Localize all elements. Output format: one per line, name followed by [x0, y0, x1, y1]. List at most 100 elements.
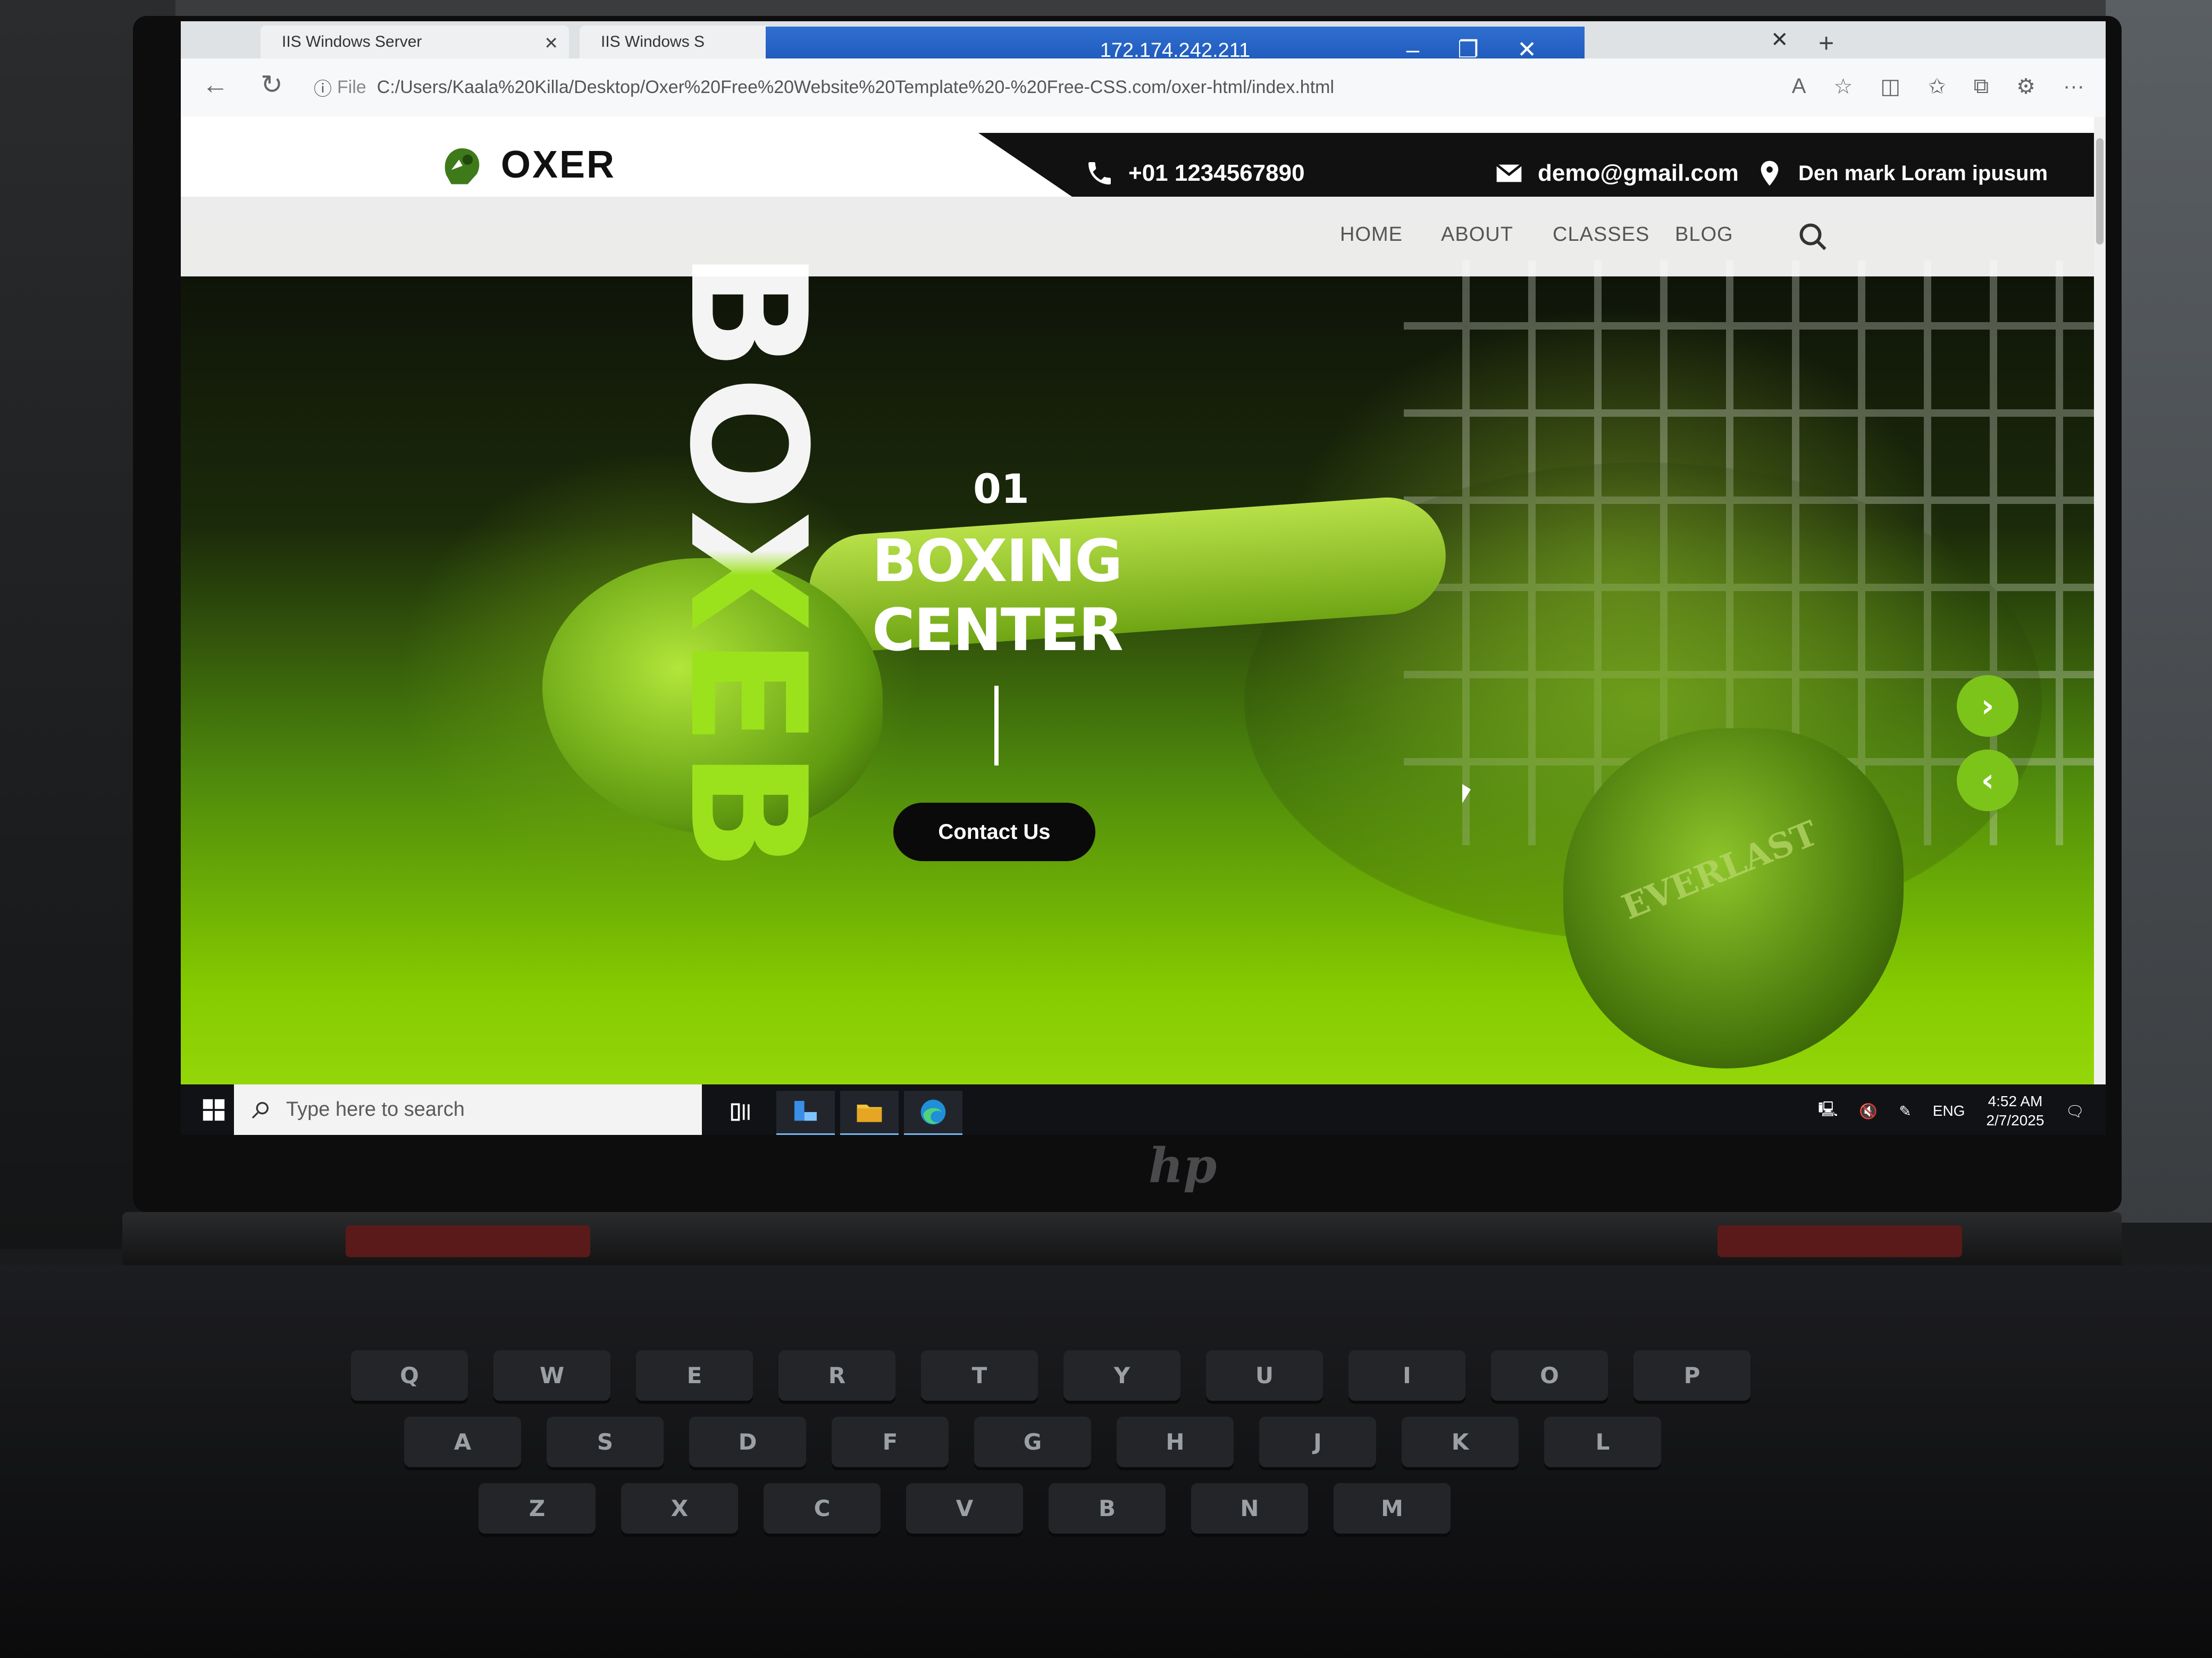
slider-prev-button[interactable]: ‹ [1957, 750, 2018, 811]
hp-logo: hp [1149, 1138, 1217, 1194]
split-screen-icon[interactable]: ◫ [1880, 74, 1900, 99]
hero-title-line2: CENTER [872, 596, 1124, 664]
keyboard-key: K [1402, 1417, 1519, 1467]
search-placeholder: Type here to search [286, 1098, 465, 1121]
browser-tab-bar: IIS Windows Server ✕ IIS Windows S 172.1… [181, 21, 2106, 74]
keyboard-key: X [621, 1483, 738, 1534]
server-manager-icon[interactable] [776, 1091, 835, 1135]
close-tab-icon[interactable]: ✕ [1771, 28, 1789, 52]
keyboard-key: M [1334, 1483, 1451, 1534]
extensions-icon[interactable]: ⚙ [2016, 74, 2035, 99]
keyboard-key: B [1049, 1483, 1166, 1534]
keyboard-key: R [778, 1350, 895, 1401]
tab-close-icon[interactable]: ✕ [544, 33, 558, 53]
contact-phone[interactable]: +01 1234567890 [1085, 158, 1305, 188]
address-text: Den mark Loram ipusum [1798, 161, 2048, 185]
keyboard-key: E [636, 1350, 753, 1401]
taskbar-clock[interactable]: 4:52 AM 2/7/2025 [1986, 1092, 2044, 1130]
clock-date: 2/7/2025 [1986, 1112, 2045, 1129]
pen-icon[interactable]: ✎ [1899, 1102, 1911, 1120]
edge-browser-icon[interactable] [904, 1091, 962, 1135]
scrollbar-thumb[interactable] [2096, 138, 2104, 245]
mail-icon [1496, 163, 1522, 182]
favorites-icon[interactable]: ✩ [1928, 74, 1946, 99]
keyboard-key: U [1206, 1350, 1323, 1401]
keyboard-key: H [1117, 1417, 1234, 1467]
system-tray: 🖳 🔇 ✎ ENG 4:52 AM 2/7/2025 🗨 [1818, 1092, 2084, 1130]
keyboard-key: V [906, 1483, 1023, 1534]
nav-about[interactable]: ABOUT [1441, 223, 1513, 246]
keyboard-key: T [921, 1350, 1038, 1401]
page-scrollbar[interactable] [2094, 117, 2106, 1135]
browser-tab[interactable]: IIS Windows S [580, 26, 771, 58]
email-address: demo@gmail.com [1538, 160, 1739, 186]
search-icon [252, 1101, 269, 1118]
keyboard-key: P [1633, 1350, 1750, 1401]
contact-address[interactable]: Den mark Loram ipusum [1755, 158, 2048, 188]
keyboard-key: W [493, 1350, 610, 1401]
location-pin-icon [1761, 161, 1779, 186]
slide-number: 01 [973, 465, 1029, 512]
keyboard-key: S [547, 1417, 664, 1467]
site-header: OXER +01 1234567890 demo@gmail.com Den m… [181, 117, 2106, 202]
keyboard-key: F [832, 1417, 949, 1467]
url-field[interactable]: ⓘ File C:/Users/Kaala%20Killa/Desktop/Ox… [314, 68, 1590, 106]
keyboard-key: Y [1063, 1350, 1180, 1401]
taskbar-search-input[interactable]: Type here to search [234, 1084, 702, 1135]
hinge-accent [346, 1225, 590, 1257]
contact-us-button[interactable]: Contact Us [893, 803, 1095, 861]
tab-title: IIS Windows Server [282, 33, 422, 51]
input-language[interactable]: ENG [1933, 1102, 1965, 1120]
boxing-glove-right [1563, 728, 1904, 1068]
more-menu-icon[interactable]: ··· [2063, 74, 2084, 99]
background-device-right [2106, 0, 2212, 1223]
back-icon[interactable]: ← [202, 69, 229, 100]
brand-name: OXER [501, 144, 616, 186]
clock-time: 4:52 AM [1988, 1093, 2043, 1109]
browser-toolbar-icons: A ☆ ◫ ✩ ⧉ ⚙ ··· [1792, 74, 2084, 99]
hero-slider: EVERLAST BOXEB 01 BOXING CENTER Contact … [181, 197, 2106, 1135]
keyboard-key: C [764, 1483, 881, 1534]
windows-taskbar: Type here to search 🖳 🔇 ✎ ENG 4:52 AM 2/… [181, 1084, 2106, 1135]
url-scheme-label: File [337, 77, 366, 97]
browser-tab[interactable]: IIS Windows Server ✕ [261, 26, 569, 58]
keyboard-key: L [1544, 1417, 1661, 1467]
info-icon: ⓘ [314, 79, 332, 99]
site-logo[interactable]: OXER [436, 139, 616, 190]
nav-home[interactable]: HOME [1340, 223, 1403, 246]
main-navigation: HOME ABOUT CLASSES BLOG [181, 197, 2106, 276]
hero-title: BOXING CENTER [872, 526, 1124, 664]
volume-muted-icon[interactable]: 🔇 [1859, 1102, 1878, 1120]
network-icon[interactable]: 🖳 [1818, 1098, 1838, 1124]
laptop-screen: IIS Windows Server ✕ IIS Windows S 172.1… [181, 21, 2106, 1135]
notification-icon[interactable]: 🗨 [2065, 1102, 2084, 1120]
keyboard-key: Z [479, 1483, 596, 1534]
refresh-icon[interactable]: ↻ [261, 69, 283, 100]
nav-blog[interactable]: BLOG [1675, 223, 1733, 246]
hero-divider [994, 686, 999, 765]
read-aloud-icon[interactable]: A [1792, 74, 1806, 99]
search-icon[interactable] [1797, 221, 1829, 253]
task-view-icon[interactable] [713, 1091, 771, 1133]
contact-email[interactable]: demo@gmail.com [1494, 158, 1739, 188]
chevron-left-icon: ‹ [1981, 762, 1995, 799]
keyboard-key: N [1191, 1483, 1308, 1534]
keyboard-key: D [689, 1417, 806, 1467]
laptop-keyboard: QWERTYUIOP ASDFGHJKL ZXCVBNM [0, 1265, 2212, 1658]
new-tab-icon[interactable]: + [1819, 28, 1834, 58]
keyboard-key: I [1348, 1350, 1465, 1401]
chevron-right-icon: › [1981, 687, 1995, 725]
tab-title: IIS Windows S [601, 33, 705, 51]
keyboard-key: O [1491, 1350, 1608, 1401]
file-explorer-icon[interactable] [840, 1091, 899, 1135]
mouse-cursor-icon [1462, 784, 1471, 803]
windows-start-icon[interactable] [202, 1098, 225, 1122]
hero-title-line1: BOXING [872, 527, 1123, 595]
browser-address-bar: ← ↻ ⓘ File C:/Users/Kaala%20Killa/Deskto… [181, 58, 2106, 117]
nav-classes[interactable]: CLASSES [1553, 223, 1649, 246]
contact-strip: +01 1234567890 demo@gmail.com Den mark L… [978, 133, 2106, 202]
slider-next-button[interactable]: › [1957, 675, 2018, 737]
collections-icon[interactable]: ⧉ [1974, 74, 1989, 99]
phone-icon [1088, 162, 1111, 184]
favorite-star-icon[interactable]: ☆ [1833, 74, 1853, 99]
